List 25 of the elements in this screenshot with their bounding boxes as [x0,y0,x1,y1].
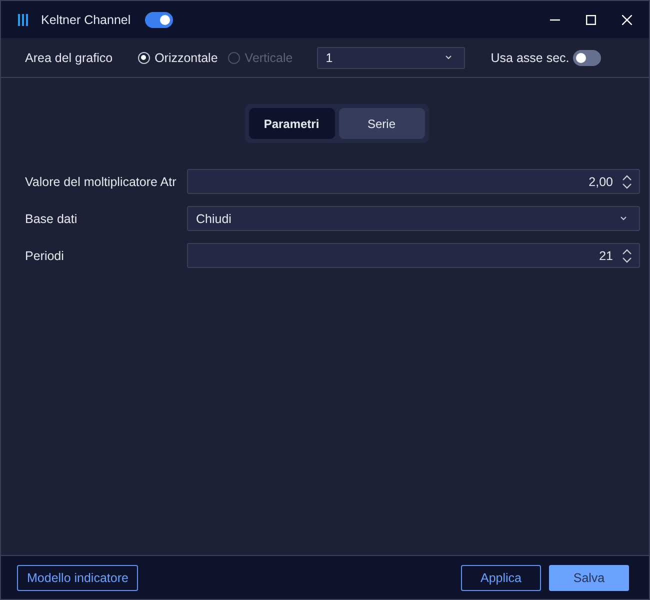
number-field[interactable]: 21 [187,243,640,268]
pane-dropdown[interactable]: 1 [316,46,465,68]
chevron-icon [620,216,627,221]
footer-button[interactable]: Applica [461,564,541,590]
toggle-switch[interactable] [144,12,173,28]
footer-button[interactable]: Salva [549,564,629,590]
number-field[interactable]: 2,00 [187,169,640,194]
field-label: Periodi [25,248,65,262]
window-title: Keltner Channel [41,12,131,26]
bars-icon [17,12,31,26]
secondary-axis-label: Usa asse sec. [490,50,570,64]
close-icon[interactable] [622,14,632,24]
chevron-icon [444,55,452,60]
radio-option[interactable]: Orizzontale [138,50,218,64]
field-label: Valore del moltiplicatore Atr [25,174,178,188]
template-button[interactable]: Modello indicatore [17,564,138,590]
select-field[interactable]: Chiudi [187,206,640,231]
field-label: Base dati [25,212,78,226]
maximize-icon[interactable] [586,14,596,24]
spinner-icon [622,248,632,262]
toggle-switch[interactable] [573,50,602,66]
spinner-icon [622,174,632,188]
tab[interactable]: Parametri [248,108,334,139]
chart-area-label: Area del grafico [25,50,113,64]
tab[interactable]: Serie [338,108,424,139]
